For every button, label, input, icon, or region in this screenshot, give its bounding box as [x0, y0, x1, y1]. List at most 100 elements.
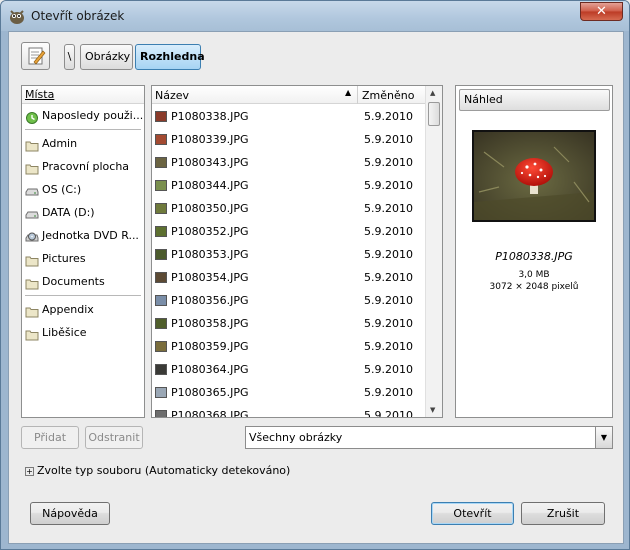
image-thumbnail-icon: [155, 410, 167, 417]
place-item-label: DATA (D:): [42, 206, 95, 219]
file-name: P1080359.JPG: [171, 340, 249, 353]
image-thumbnail-icon: [155, 203, 167, 214]
open-button[interactable]: Otevřít: [431, 502, 514, 525]
path-crumb-obrazky[interactable]: Obrázky: [80, 44, 133, 70]
file-row[interactable]: P1080368.JPG 5.9.2010: [152, 404, 425, 418]
file-row[interactable]: P1080338.JPG 5.9.2010: [152, 105, 425, 128]
file-name: P1080350.JPG: [171, 202, 249, 215]
file-type-label: Zvolte typ souboru (Automaticky deteková…: [37, 464, 291, 477]
file-name: P1080338.JPG: [171, 110, 249, 123]
file-date: 5.9.2010: [364, 156, 413, 169]
edit-location-icon: [28, 47, 46, 65]
place-item-label: Admin: [42, 137, 78, 150]
preview-dimensions: 3072 × 2048 pixelů: [489, 282, 579, 292]
file-date: 5.9.2010: [364, 133, 413, 146]
place-item-label: Pictures: [42, 252, 86, 265]
mushroom-photo-image: [474, 132, 594, 220]
place-item[interactable]: Documents: [22, 270, 144, 293]
image-thumbnail-icon: [155, 249, 167, 260]
scroll-up-icon[interactable]: ▲: [430, 89, 435, 97]
file-row[interactable]: P1080364.JPG 5.9.2010: [152, 358, 425, 381]
column-divider[interactable]: [357, 86, 358, 104]
file-row[interactable]: P1080358.JPG 5.9.2010: [152, 312, 425, 335]
path-crumb-rozhledna[interactable]: Rozhledna: [135, 44, 205, 70]
place-item[interactable]: Jednotka DVD R...: [22, 224, 144, 247]
file-row[interactable]: P1080359.JPG 5.9.2010: [152, 335, 425, 358]
scroll-down-icon[interactable]: ▼: [430, 406, 435, 414]
file-list-panel: Název ▲ Změněno P1080338.JPG 5.9.2010 P108…: [151, 85, 443, 418]
file-list-scrollbar[interactable]: ▲ ▼: [425, 86, 442, 417]
place-item[interactable]: Liběšice: [22, 321, 144, 344]
image-thumbnail-icon: [155, 157, 167, 168]
file-row[interactable]: P1080350.JPG 5.9.2010: [152, 197, 425, 220]
title-bar[interactable]: Otevřít obrázek ✕: [1, 1, 629, 31]
places-header[interactable]: Místa: [22, 86, 144, 104]
file-row[interactable]: P1080352.JPG 5.9.2010: [152, 220, 425, 243]
column-name-header[interactable]: Název: [155, 89, 189, 102]
file-date: 5.9.2010: [364, 363, 413, 376]
file-row[interactable]: P1080344.JPG 5.9.2010: [152, 174, 425, 197]
place-item-label: Liběšice: [42, 326, 87, 339]
file-date: 5.9.2010: [364, 409, 413, 418]
place-item-label: Appendix: [42, 303, 94, 316]
place-item[interactable]: Pracovní plocha: [22, 155, 144, 178]
file-date: 5.9.2010: [364, 110, 413, 123]
place-item-label: Jednotka DVD R...: [42, 229, 139, 242]
file-date: 5.9.2010: [364, 340, 413, 353]
file-row[interactable]: P1080353.JPG 5.9.2010: [152, 243, 425, 266]
image-thumbnail-icon: [155, 295, 167, 306]
folder-icon: [25, 252, 39, 267]
image-thumbnail-icon: [155, 364, 167, 375]
file-type-expander[interactable]: + Zvolte typ souboru (Automaticky detekov…: [25, 464, 290, 477]
file-name: P1080343.JPG: [171, 156, 249, 169]
place-item-label: Documents: [42, 275, 105, 288]
place-item[interactable]: Admin: [22, 132, 144, 155]
close-button[interactable]: ✕: [580, 2, 623, 21]
image-thumbnail-icon: [155, 134, 167, 145]
scrollbar-thumb[interactable]: [428, 102, 440, 126]
places-list: Naposledy použi... Admin Pracovní plocha OS…: [22, 104, 144, 344]
file-filter-value: Všechny obrázky: [249, 431, 343, 444]
place-item[interactable]: Appendix: [22, 298, 144, 321]
file-rows: P1080338.JPG 5.9.2010 P1080339.JPG 5.9.2010…: [152, 105, 425, 418]
help-button[interactable]: Nápověda: [30, 502, 110, 525]
place-item[interactable]: DATA (D:): [22, 201, 144, 224]
file-row[interactable]: P1080339.JPG 5.9.2010: [152, 128, 425, 151]
add-bookmark-button[interactable]: Přidat: [21, 426, 79, 449]
file-name: P1080353.JPG: [171, 248, 249, 261]
recent-icon: [25, 109, 39, 124]
file-row[interactable]: P1080354.JPG 5.9.2010: [152, 266, 425, 289]
folder-icon: [25, 137, 39, 152]
image-thumbnail-icon: [155, 226, 167, 237]
file-date: 5.9.2010: [364, 386, 413, 399]
preview-filesize: 3,0 MB: [518, 270, 550, 280]
file-date: 5.9.2010: [364, 225, 413, 238]
file-name: P1080365.JPG: [171, 386, 249, 399]
remove-bookmark-button[interactable]: Odstranit: [85, 426, 143, 449]
dialog-body: \ Obrázky Rozhledna Místa Naposledy použ…: [8, 31, 624, 544]
file-row[interactable]: P1080343.JPG 5.9.2010: [152, 151, 425, 174]
preview-toggle-button[interactable]: Náhled: [459, 89, 610, 111]
file-filter-select[interactable]: Všechny obrázky ▼: [245, 426, 613, 449]
gimp-app-icon: [10, 10, 24, 24]
file-date: 5.9.2010: [364, 248, 413, 261]
file-name: P1080358.JPG: [171, 317, 249, 330]
path-root-button[interactable]: \: [64, 44, 75, 70]
file-date: 5.9.2010: [364, 294, 413, 307]
preview-filename: P1080338.JPG: [495, 250, 573, 263]
place-item[interactable]: Naposledy použi...: [22, 104, 144, 127]
cancel-button[interactable]: Zrušit: [521, 502, 605, 525]
expand-icon: +: [25, 467, 34, 476]
chevron-down-icon[interactable]: ▼: [595, 427, 612, 448]
file-name: P1080368.JPG: [171, 409, 249, 418]
file-list-header: Název ▲ Změněno: [152, 86, 425, 104]
places-separator: [25, 295, 141, 296]
edit-location-button[interactable]: [21, 42, 50, 70]
column-modified-header[interactable]: Změněno: [362, 89, 414, 102]
file-name: P1080344.JPG: [171, 179, 249, 192]
place-item-label: OS (C:): [42, 183, 82, 196]
place-item[interactable]: OS (C:): [22, 178, 144, 201]
file-row[interactable]: P1080365.JPG 5.9.2010: [152, 381, 425, 404]
file-row[interactable]: P1080356.JPG 5.9.2010: [152, 289, 425, 312]
place-item[interactable]: Pictures: [22, 247, 144, 270]
